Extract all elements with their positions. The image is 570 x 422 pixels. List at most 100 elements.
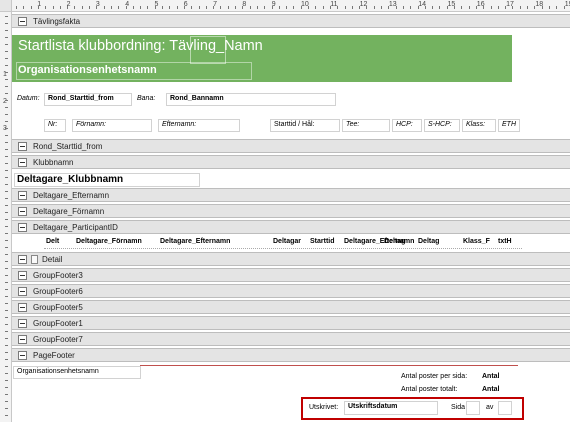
- col-nr[interactable]: Nr:: [44, 119, 66, 132]
- ruler-tick: [37, 6, 39, 9]
- band-tavlingsfakta[interactable]: Tävlingsfakta: [12, 14, 570, 28]
- ruler-tick: [183, 6, 185, 9]
- of-label: av: [486, 404, 494, 411]
- col-klass[interactable]: Klass:: [462, 119, 496, 132]
- total-value[interactable]: Antal: [482, 386, 500, 393]
- ruler-tick: [227, 6, 229, 9]
- ruler-tick: [5, 408, 8, 409]
- footer-org-name[interactable]: Organisationsenhetsnamn: [13, 366, 141, 379]
- band-group-footer-3[interactable]: GroupFooter3: [12, 268, 570, 282]
- ruler-tick: [5, 296, 8, 297]
- collapse-icon[interactable]: [18, 16, 27, 26]
- ruler-tick: [505, 6, 507, 9]
- ruler-tick: [125, 6, 127, 9]
- collapse-icon[interactable]: [18, 157, 27, 167]
- club-name-field[interactable]: Deltagare_Klubbnamn: [14, 173, 200, 187]
- ruler-tick: [359, 6, 361, 9]
- field-participant-nr[interactable]: Delt: [46, 238, 59, 245]
- ruler-tick: [59, 6, 61, 9]
- ruler-tick: [5, 58, 8, 59]
- datum-field[interactable]: Rond_Starttid_from: [44, 93, 132, 106]
- band-deltagare-fornamn[interactable]: Deltagare_Förnamn: [12, 204, 570, 218]
- ruler-tick: [5, 219, 8, 220]
- collapse-icon[interactable]: [18, 206, 27, 216]
- ruler-tick: [5, 310, 8, 311]
- col-hcp[interactable]: HCP:: [392, 119, 422, 132]
- collapse-icon[interactable]: [18, 141, 27, 151]
- ruler-tick: [5, 86, 8, 87]
- band-rond-starttid-from[interactable]: Rond_Starttid_from: [12, 139, 570, 153]
- field-starttid[interactable]: Starttid: [310, 238, 335, 245]
- ruler-tick: [5, 205, 8, 206]
- collapse-icon[interactable]: [18, 286, 27, 296]
- col-fornamn[interactable]: Förnamn:: [72, 119, 152, 132]
- field-klass[interactable]: Klass_F: [463, 238, 490, 245]
- ruler-tick: [81, 6, 83, 9]
- ruler-tick: [461, 6, 463, 9]
- header-title[interactable]: Startlista klubbordning: Tävling_Namn: [18, 38, 263, 54]
- col-s-hcp[interactable]: S-HCP:: [424, 119, 460, 132]
- field-s-hcp[interactable]: Deltag: [418, 238, 439, 245]
- ruler-tick: [5, 79, 8, 80]
- ruler-tick: [5, 30, 8, 31]
- col-eth[interactable]: ETH: [498, 119, 520, 132]
- bana-field[interactable]: Rond_Bannamn: [166, 93, 336, 106]
- ruler-tick: [5, 72, 8, 73]
- ruler-tick: [5, 107, 8, 108]
- page-label: Sida: [451, 404, 466, 411]
- page-number-field[interactable]: [466, 401, 480, 415]
- printed-date-field[interactable]: Utskriftsdatum: [344, 401, 438, 415]
- col-starttid[interactable]: Starttid / Hål:: [270, 119, 340, 132]
- field-participant-id[interactable]: Deltagar: [273, 238, 301, 245]
- ruler-tick: [5, 338, 8, 339]
- col-tee[interactable]: Tee:: [342, 119, 390, 132]
- col-efternamn[interactable]: Efternamn:: [158, 119, 240, 132]
- ruler-tick: [490, 6, 492, 9]
- ruler-tick: [140, 6, 142, 9]
- ruler-tick: [373, 6, 375, 9]
- collapse-icon[interactable]: [18, 222, 27, 232]
- field-eth[interactable]: txtH: [498, 238, 512, 245]
- detail-icon: [31, 254, 38, 264]
- ruler-tick: [271, 6, 273, 9]
- field-participant-fornamn[interactable]: Deltagare_Förnamn: [76, 238, 142, 245]
- field-hcp[interactable]: Deltag: [384, 238, 405, 245]
- collapse-icon[interactable]: [18, 254, 27, 264]
- ruler-tick: [213, 6, 215, 9]
- ruler-tick: [563, 6, 565, 9]
- band-deltagare-participant-id[interactable]: Deltagare_ParticipantID: [12, 220, 570, 234]
- band-label: Rond_Starttid_from: [33, 141, 103, 151]
- ruler-tick: [308, 6, 309, 9]
- participant-row-underline: [44, 248, 522, 249]
- ruler-tick: [52, 6, 54, 9]
- collapse-icon[interactable]: [18, 350, 27, 360]
- ruler-tick: [30, 6, 32, 9]
- collapse-icon[interactable]: [18, 318, 27, 328]
- band-page-footer[interactable]: PageFooter: [12, 348, 570, 362]
- collapse-icon[interactable]: [18, 302, 27, 312]
- band-group-footer-7[interactable]: GroupFooter7: [12, 332, 570, 346]
- band-klubbnamn[interactable]: Klubbnamn: [12, 155, 570, 169]
- page-count-field[interactable]: [498, 401, 512, 415]
- band-group-footer-1[interactable]: GroupFooter1: [12, 316, 570, 330]
- collapse-icon[interactable]: [18, 334, 27, 344]
- collapse-icon[interactable]: [18, 270, 27, 280]
- per-page-value[interactable]: Antal: [482, 373, 500, 380]
- ruler-tick: [5, 240, 8, 241]
- ruler-tick: [162, 6, 163, 9]
- band-detail[interactable]: Detail: [12, 252, 570, 266]
- band-group-footer-6[interactable]: GroupFooter6: [12, 284, 570, 298]
- ruler-tick: [439, 6, 441, 9]
- field-participant-efternamn[interactable]: Deltagare_Efternamn: [160, 238, 230, 245]
- band-group-footer-5[interactable]: GroupFooter5: [12, 300, 570, 314]
- ruler-tick: [147, 6, 149, 9]
- ruler-tick: [475, 6, 477, 9]
- collapse-icon[interactable]: [18, 190, 27, 200]
- band-deltagare-efternamn[interactable]: Deltagare_Efternamn: [12, 188, 570, 202]
- ruler-tick: [5, 16, 8, 17]
- ruler-tick: [483, 6, 485, 9]
- ruler-tick: [548, 6, 550, 9]
- ruler-tick: [205, 6, 207, 9]
- ruler-tick: [235, 6, 236, 9]
- ruler-tick: [5, 268, 8, 269]
